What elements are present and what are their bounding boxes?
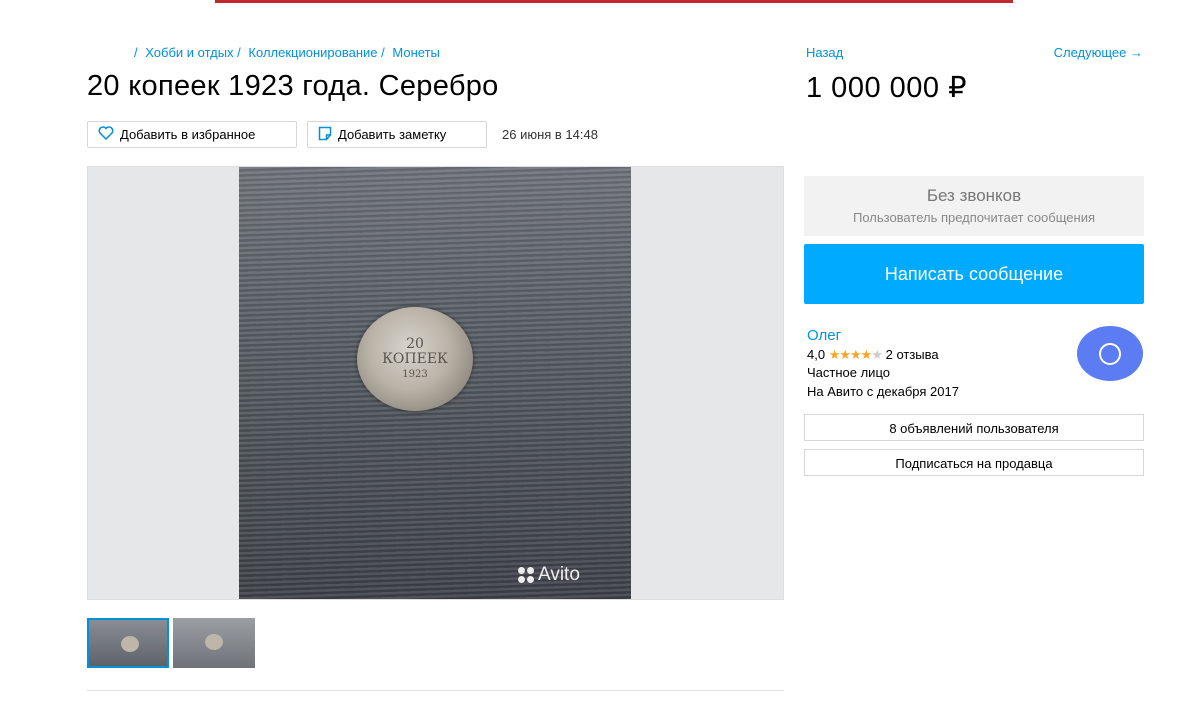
no-calls-notice: Без звонков Пользователь предпочитает со… — [804, 176, 1144, 236]
divider — [87, 690, 784, 691]
coin-inscription-line: 1923 — [402, 369, 428, 380]
back-link[interactable]: Назад — [806, 45, 843, 60]
avatar-ring-icon — [1099, 342, 1121, 365]
next-link[interactable]: Следующее → — [1054, 45, 1143, 60]
photo-thumbnails — [87, 618, 255, 668]
thumbnail-coin — [121, 636, 139, 652]
note-icon — [318, 126, 332, 144]
breadcrumb-item-coins[interactable]: Монеты — [392, 45, 439, 60]
breadcrumb-separator: / — [237, 45, 241, 60]
breadcrumb-item-hobby[interactable]: Хобби и отдых — [145, 45, 233, 60]
coin-inscription: 20 КОПЕЕК 1923 — [357, 337, 473, 382]
coin-inscription-line: КОПЕЕК — [382, 351, 448, 367]
coin-inscription-line: 20 — [406, 336, 424, 352]
breadcrumb-separator: / — [381, 45, 385, 60]
avito-logo-icon — [518, 567, 534, 583]
listing-price: 1 000 000 ₽ — [806, 72, 968, 104]
thumbnail-1[interactable] — [87, 618, 169, 668]
main-photo[interactable]: 20 КОПЕЕК 1923 Avito — [87, 166, 784, 600]
no-calls-title: Без звонков — [926, 186, 1022, 205]
seller-reviews-link[interactable]: 2 отзыва — [886, 347, 939, 362]
seller-since: На Авито с декабря 2017 — [807, 383, 959, 399]
thumbnail-coin — [205, 634, 223, 650]
heart-icon — [98, 126, 114, 143]
add-to-favorites-label: Добавить в избранное — [120, 127, 256, 142]
photo-background: 20 КОПЕЕК 1923 — [239, 167, 631, 599]
breadcrumb: / Хобби и отдых / Коллекционирование / М… — [134, 45, 440, 60]
coin-image: 20 КОПЕЕК 1923 — [357, 307, 473, 411]
seller-rating: 4,0 — [807, 346, 826, 362]
add-note-label: Добавить заметку — [338, 127, 447, 142]
breadcrumb-separator: / — [134, 45, 138, 60]
avito-watermark-text: Avito — [538, 564, 580, 585]
seller-info: Олег 4,0 ★★★★★ 2 отзыва Частное лицо На … — [807, 327, 959, 401]
seller-type: Частное лицо — [807, 365, 890, 380]
avatar[interactable] — [1077, 326, 1143, 381]
breadcrumb-item-collecting[interactable]: Коллекционирование — [248, 45, 377, 60]
write-message-button[interactable]: Написать сообщение — [804, 244, 1144, 304]
top-accent-bar — [215, 0, 1013, 3]
rating-stars-icon: ★★★★★ — [828, 346, 883, 362]
add-to-favorites-button[interactable]: Добавить в избранное — [87, 121, 297, 148]
add-note-button[interactable]: Добавить заметку — [307, 121, 487, 148]
avito-watermark: Avito — [518, 564, 580, 586]
listing-title: 20 копеек 1923 года. Серебро — [87, 70, 499, 102]
subscribe-seller-button[interactable]: Подписаться на продавца — [804, 449, 1144, 476]
listing-date: 26 июня в 14:48 — [502, 127, 598, 142]
no-calls-subtitle: Пользователь предпочитает сообщения — [852, 210, 1095, 225]
thumbnail-2[interactable] — [173, 618, 255, 668]
seller-name[interactable]: Олег — [807, 327, 841, 344]
seller-listings-button[interactable]: 8 объявлений пользователя — [804, 414, 1144, 441]
